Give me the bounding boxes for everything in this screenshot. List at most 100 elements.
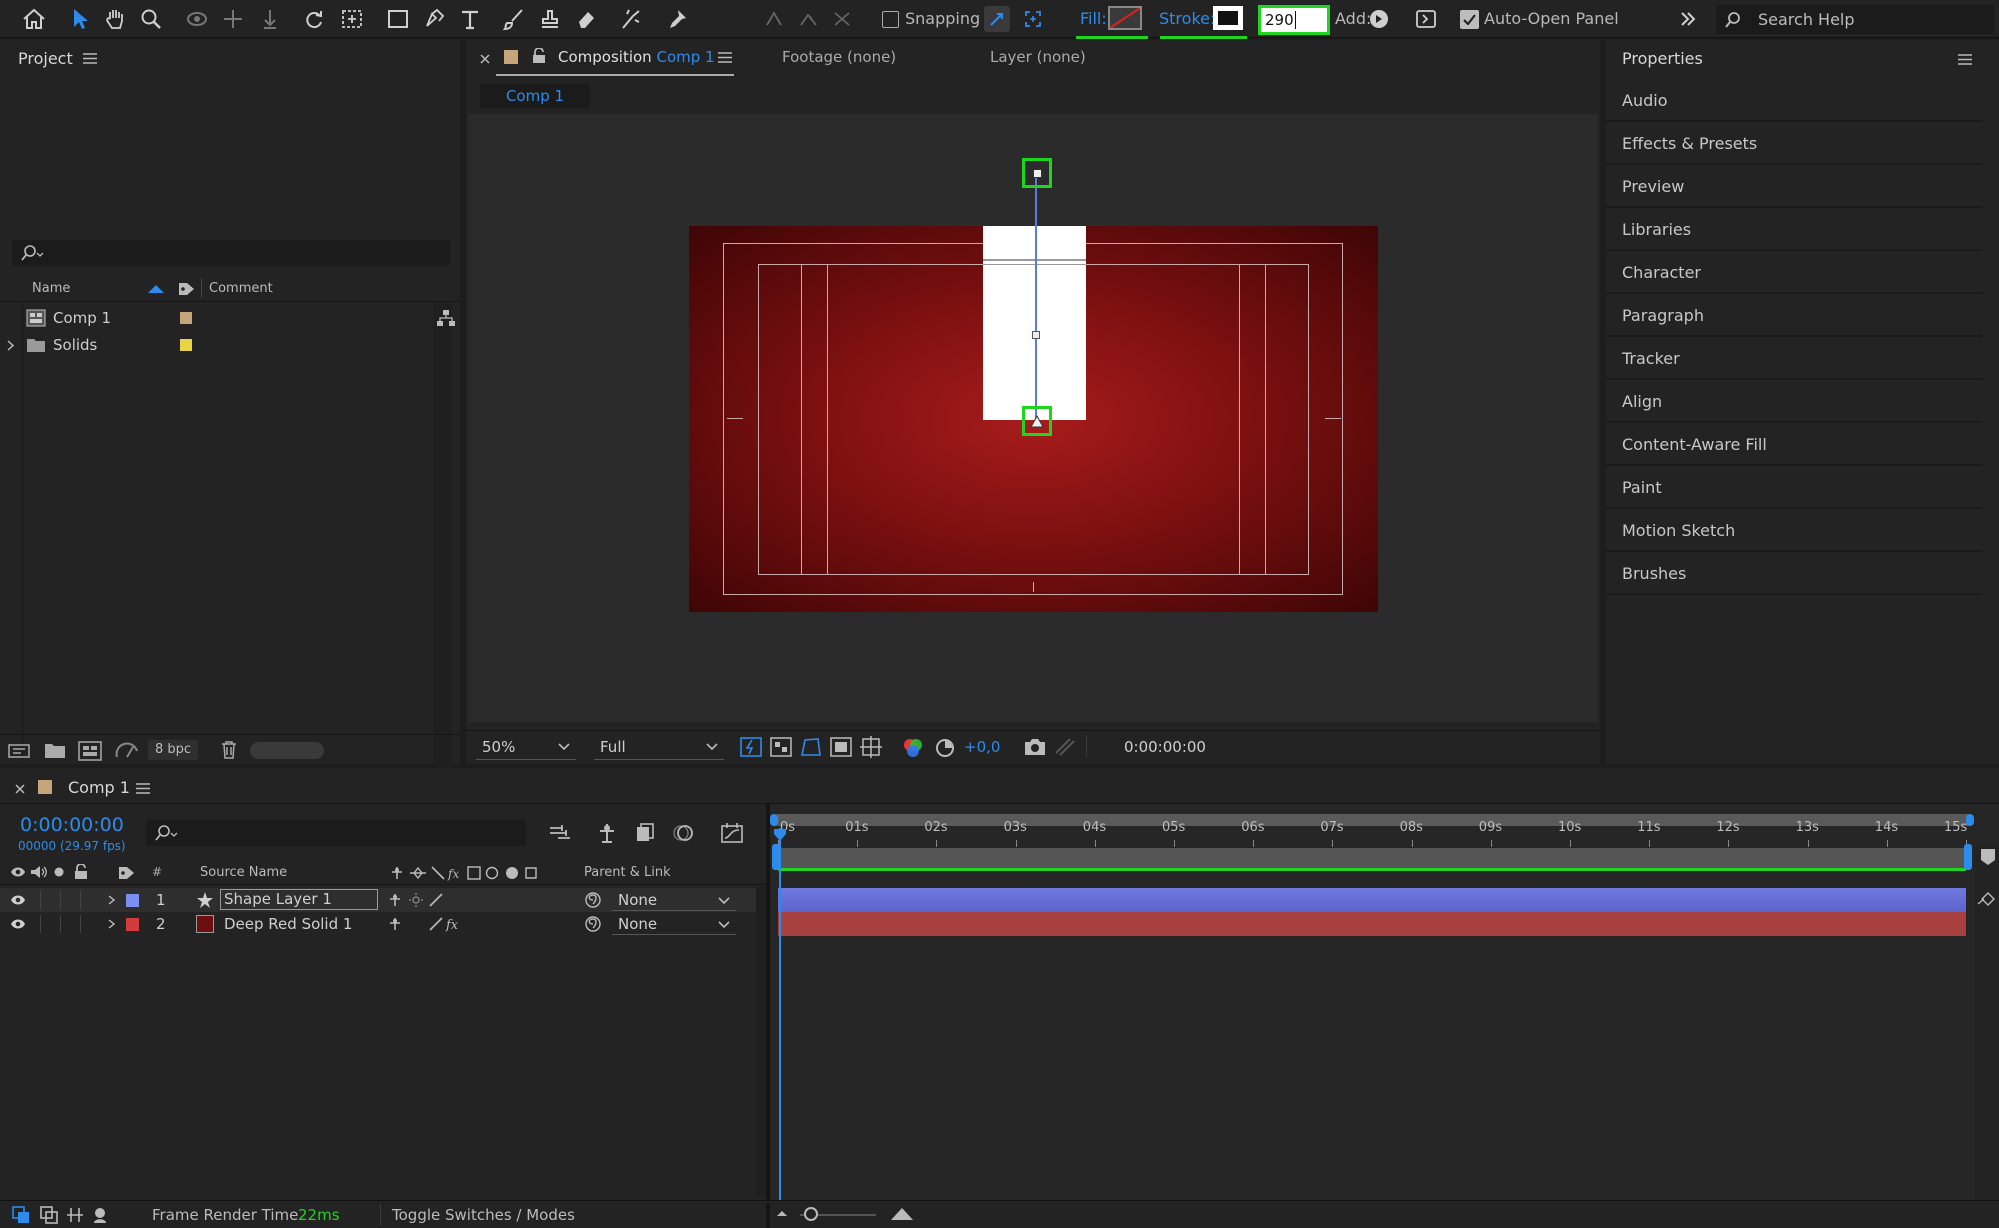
rectangle-tool-icon[interactable] [384,5,412,33]
snapping-checkbox[interactable] [882,11,899,28]
zoom-dropdown[interactable]: 50% [476,734,576,760]
panel-brushes[interactable]: Brushes [1606,553,1982,595]
layer-label-swatch[interactable] [126,894,139,907]
ruler-tick [1332,840,1334,847]
project-item-solids[interactable]: Solids [0,332,440,358]
layer-bar-shape-layer-1[interactable] [778,888,1966,912]
project-item-comp-1[interactable]: Comp 1 [0,305,455,331]
comp-breadcrumb[interactable]: Comp 1 [480,84,590,108]
comment-column-header[interactable]: Comment [209,281,273,296]
panel-libraries[interactable]: Libraries [1606,209,1982,251]
anchor-point-tool-icon[interactable] [338,5,366,33]
layer-bar-deep-red-solid-1[interactable] [778,912,1966,936]
puppet-tool-icon[interactable] [663,5,691,33]
stroke-width-field[interactable]: 290 [1258,5,1330,35]
auto-open-checkbox[interactable] [1460,10,1479,29]
stroke-label[interactable]: Stroke: [1159,9,1215,28]
tab-layer[interactable]: Layer (none) [990,48,1086,66]
resolution-dropdown[interactable]: Full [594,734,724,760]
path-start-vertex[interactable] [1022,158,1052,188]
viewer-canvas[interactable] [468,114,1598,722]
work-area-bar[interactable] [778,848,1966,868]
new-composition-icon [78,741,102,761]
timeline-layer-row[interactable]: 1 Shape Layer 1 None [0,888,770,912]
layer-name-field[interactable]: Shape Layer 1 [220,889,378,910]
comp-label-swatch [504,50,518,64]
add-menu-icon[interactable] [1370,10,1388,28]
layer-list-scrollbar[interactable] [756,886,766,1196]
fill-label[interactable]: Fill: [1080,9,1107,28]
snap-option-icon-1[interactable] [760,5,788,33]
type-tool-icon[interactable] [456,5,484,33]
toggle-panel-icon[interactable] [1412,5,1440,33]
panel-preview[interactable]: Preview [1606,166,1982,208]
timeline-layer-row[interactable]: 2 Deep Red Solid 1 fx None [0,912,770,936]
panel-motion-sketch[interactable]: Motion Sketch [1606,510,1982,552]
panel-paragraph[interactable]: Paragraph [1606,295,1982,337]
timeline-comp-tab[interactable]: Comp 1 [68,778,130,797]
label-tag-icon [179,283,194,295]
brush-tool-icon[interactable] [500,5,528,33]
anchor-point-handle[interactable] [1032,331,1040,339]
eraser-tool-icon[interactable] [572,5,600,33]
dolly-camera-icon[interactable] [256,5,284,33]
work-area-navigator[interactable] [770,814,1974,826]
snap-edges-icon[interactable] [984,6,1010,32]
timeline-zoom-thumb[interactable] [804,1207,818,1221]
panel-tracker[interactable]: Tracker [1606,338,1982,380]
pen-tool-icon[interactable] [420,5,448,33]
project-search-field[interactable] [12,240,450,266]
snap-option-icon-3[interactable] [828,5,856,33]
exposure-value[interactable]: +0,0 [964,738,1000,756]
panel-audio[interactable]: Audio [1606,80,1982,122]
selection-tool-icon[interactable] [66,5,94,33]
label-color-swatch[interactable] [180,339,192,351]
expand-toolbar-icon[interactable] [1674,5,1702,33]
viewer-timecode[interactable]: 0:00:00:00 [1124,738,1206,756]
zoom-tool-icon[interactable] [137,5,165,33]
source-name-header[interactable]: Source Name [200,865,287,880]
parent-dropdown[interactable]: None [612,913,736,935]
label-tag-icon [119,867,134,879]
timeline-graph-area[interactable]: 0s 01s 02s 03s 04s 05s 06s 07s 08s 09s 10s 11s 12s 13… [770,804,1999,1200]
tab-footage[interactable]: Footage (none) [782,48,896,66]
toggle-switches-modes-button[interactable]: Toggle Switches / Modes [392,1206,575,1224]
pan-camera-icon[interactable] [219,5,247,33]
home-icon[interactable] [20,5,48,33]
work-area-end-handle[interactable] [1964,844,1972,870]
current-time-indicator[interactable] [779,828,781,1200]
layer-name[interactable]: Deep Red Solid 1 [224,915,352,933]
rotation-tool-icon[interactable] [300,5,328,33]
project-scrollbar[interactable] [434,303,452,783]
current-time-display[interactable]: 0:00:00:00 [20,814,124,836]
roto-brush-tool-icon[interactable] [617,5,645,33]
panel-content-aware-fill[interactable]: Content-Aware Fill [1606,424,1982,466]
path-end-vertex[interactable] [1022,406,1052,436]
snap-option-icon-2[interactable] [795,5,823,33]
bit-depth-button[interactable]: 8 bpc [148,740,198,760]
timeline-search-field[interactable] [146,820,526,846]
panel-align[interactable]: Align [1606,381,1982,423]
snap-features-icon[interactable] [1020,6,1046,32]
fill-swatch[interactable] [1108,6,1142,30]
project-menu-icon[interactable] [83,53,97,64]
panel-effects-presets[interactable]: Effects & Presets [1606,123,1982,165]
layer-label-swatch[interactable] [126,918,139,931]
properties-title: Properties [1622,49,1703,68]
name-column-header[interactable]: Name [32,281,70,296]
add-label: Add: [1335,9,1372,28]
orbit-camera-icon[interactable] [183,5,211,33]
interpret-footage-icon [8,744,30,758]
tab-composition[interactable]: Composition Comp 1 [558,48,715,66]
search-help-field[interactable]: Search Help [1716,5,1994,34]
project-zoom-slider[interactable] [250,742,324,759]
stroke-swatch[interactable] [1213,6,1243,30]
panel-paint[interactable]: Paint [1606,467,1982,509]
label-color-swatch[interactable] [180,312,192,324]
panel-character[interactable]: Character [1606,252,1982,294]
shape-path-line[interactable] [1035,172,1037,420]
parent-link-header[interactable]: Parent & Link [584,865,671,880]
hand-tool-icon[interactable] [101,5,129,33]
clone-stamp-tool-icon[interactable] [536,5,564,33]
parent-dropdown[interactable]: None [612,889,736,911]
